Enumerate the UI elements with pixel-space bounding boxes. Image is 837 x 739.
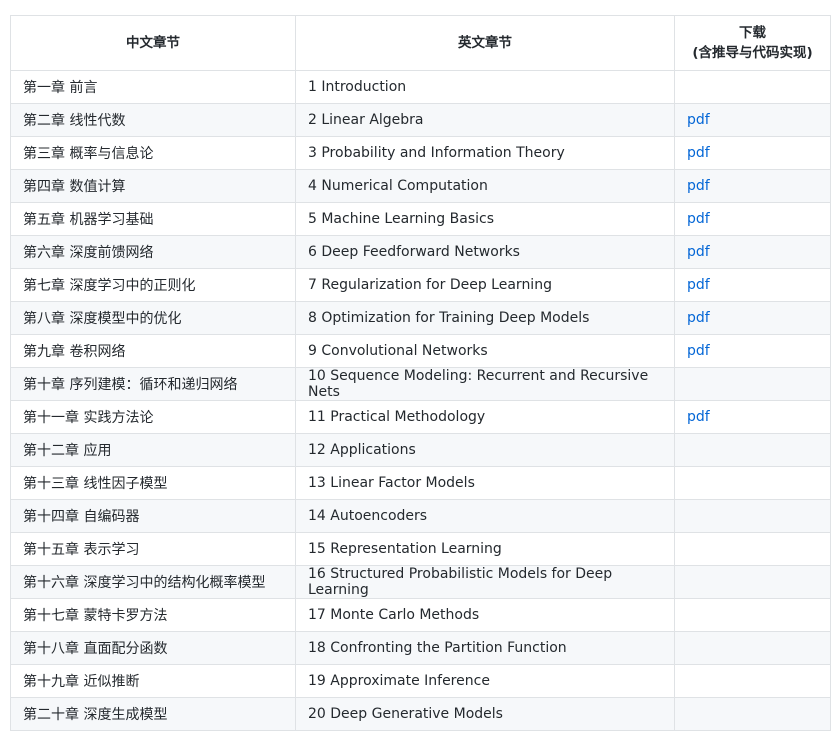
table-row: 第十二章 应用 12 Applications (10, 433, 831, 467)
chinese-chapter-cell: 第九章 卷积网络 (10, 334, 296, 368)
chapters-table: 中文章节 英文章节 下载 (含推导与代码实现) 第一章 前言 1 Introduct… (10, 15, 831, 731)
download-cell (674, 367, 831, 401)
chinese-chapter-cell: 第一章 前言 (10, 70, 296, 104)
english-chapter-cell: 20 Deep Generative Models (295, 697, 675, 731)
table-row: 第四章 数值计算 4 Numerical Computation pdf (10, 169, 831, 203)
table-row: 第一章 前言 1 Introduction (10, 70, 831, 104)
header-chinese-chapter: 中文章节 (10, 15, 296, 71)
download-cell (674, 565, 831, 599)
english-chapter-cell: 3 Probability and Information Theory (295, 136, 675, 170)
table-row: 第五章 机器学习基础 5 Machine Learning Basics pdf (10, 202, 831, 236)
download-cell (674, 433, 831, 467)
table-row: 第十八章 直面配分函数 18 Confronting the Partition … (10, 631, 831, 665)
pdf-link[interactable]: pdf (687, 343, 710, 359)
pdf-link[interactable]: pdf (687, 112, 710, 128)
header-english-chapter: 英文章节 (295, 15, 675, 71)
download-cell: pdf (674, 235, 831, 269)
chinese-chapter-cell: 第十八章 直面配分函数 (10, 631, 296, 665)
header-download: 下载 (含推导与代码实现) (674, 15, 831, 71)
table-header-row: 中文章节 英文章节 下载 (含推导与代码实现) (10, 15, 831, 71)
english-chapter-cell: 13 Linear Factor Models (295, 466, 675, 500)
download-cell (674, 70, 831, 104)
english-chapter-cell: 14 Autoencoders (295, 499, 675, 533)
download-cell (674, 499, 831, 533)
english-chapter-cell: 4 Numerical Computation (295, 169, 675, 203)
chinese-chapter-cell: 第十一章 实践方法论 (10, 400, 296, 434)
download-cell: pdf (674, 301, 831, 335)
english-chapter-cell: 18 Confronting the Partition Function (295, 631, 675, 665)
download-cell (674, 697, 831, 731)
header-download-line2: (含推导与代码实现) (692, 45, 813, 61)
pdf-link[interactable]: pdf (687, 145, 710, 161)
table-row: 第十五章 表示学习 15 Representation Learning (10, 532, 831, 566)
download-cell (674, 631, 831, 665)
english-chapter-cell: 11 Practical Methodology (295, 400, 675, 434)
english-chapter-cell: 12 Applications (295, 433, 675, 467)
table-row: 第十六章 深度学习中的结构化概率模型 16 Structured Probabil… (10, 565, 831, 599)
chinese-chapter-cell: 第十七章 蒙特卡罗方法 (10, 598, 296, 632)
chinese-chapter-cell: 第十九章 近似推断 (10, 664, 296, 698)
table-row: 第三章 概率与信息论 3 Probability and Information … (10, 136, 831, 170)
english-chapter-cell: 7 Regularization for Deep Learning (295, 268, 675, 302)
download-cell: pdf (674, 400, 831, 434)
table-row: 第十三章 线性因子模型 13 Linear Factor Models (10, 466, 831, 500)
pdf-link[interactable]: pdf (687, 211, 710, 227)
english-chapter-cell: 16 Structured Probabilistic Models for D… (295, 565, 675, 599)
chinese-chapter-cell: 第十三章 线性因子模型 (10, 466, 296, 500)
download-cell: pdf (674, 169, 831, 203)
pdf-link[interactable]: pdf (687, 310, 710, 326)
english-chapter-cell: 15 Representation Learning (295, 532, 675, 566)
table-row: 第八章 深度模型中的优化 8 Optimization for Training … (10, 301, 831, 335)
english-chapter-cell: 9 Convolutional Networks (295, 334, 675, 368)
chinese-chapter-cell: 第二十章 深度生成模型 (10, 697, 296, 731)
chinese-chapter-cell: 第三章 概率与信息论 (10, 136, 296, 170)
download-cell: pdf (674, 334, 831, 368)
table-row: 第十一章 实践方法论 11 Practical Methodology pdf (10, 400, 831, 434)
download-cell: pdf (674, 103, 831, 137)
chinese-chapter-cell: 第十章 序列建模：循环和递归网络 (10, 367, 296, 401)
table-row: 第九章 卷积网络 9 Convolutional Networks pdf (10, 334, 831, 368)
chinese-chapter-cell: 第十六章 深度学习中的结构化概率模型 (10, 565, 296, 599)
pdf-link[interactable]: pdf (687, 277, 710, 293)
chinese-chapter-cell: 第六章 深度前馈网络 (10, 235, 296, 269)
chinese-chapter-cell: 第五章 机器学习基础 (10, 202, 296, 236)
download-cell (674, 598, 831, 632)
table-row: 第十章 序列建模：循环和递归网络 10 Sequence Modeling: Re… (10, 367, 831, 401)
download-cell (674, 532, 831, 566)
table-row: 第七章 深度学习中的正则化 7 Regularization for Deep L… (10, 268, 831, 302)
english-chapter-cell: 19 Approximate Inference (295, 664, 675, 698)
english-chapter-cell: 10 Sequence Modeling: Recurrent and Recu… (295, 367, 675, 401)
english-chapter-cell: 1 Introduction (295, 70, 675, 104)
english-chapter-cell: 6 Deep Feedforward Networks (295, 235, 675, 269)
chinese-chapter-cell: 第四章 数值计算 (10, 169, 296, 203)
pdf-link[interactable]: pdf (687, 244, 710, 260)
english-chapter-cell: 2 Linear Algebra (295, 103, 675, 137)
chinese-chapter-cell: 第七章 深度学习中的正则化 (10, 268, 296, 302)
chinese-chapter-cell: 第十五章 表示学习 (10, 532, 296, 566)
english-chapter-cell: 8 Optimization for Training Deep Models (295, 301, 675, 335)
table-row: 第二章 线性代数 2 Linear Algebra pdf (10, 103, 831, 137)
english-chapter-cell: 5 Machine Learning Basics (295, 202, 675, 236)
english-chapter-cell: 17 Monte Carlo Methods (295, 598, 675, 632)
chinese-chapter-cell: 第八章 深度模型中的优化 (10, 301, 296, 335)
download-cell: pdf (674, 136, 831, 170)
table-row: 第六章 深度前馈网络 6 Deep Feedforward Networks pdf (10, 235, 831, 269)
pdf-link[interactable]: pdf (687, 409, 710, 425)
download-cell (674, 664, 831, 698)
table-row: 第十七章 蒙特卡罗方法 17 Monte Carlo Methods (10, 598, 831, 632)
chinese-chapter-cell: 第二章 线性代数 (10, 103, 296, 137)
chinese-chapter-cell: 第十二章 应用 (10, 433, 296, 467)
download-cell: pdf (674, 268, 831, 302)
chinese-chapter-cell: 第十四章 自编码器 (10, 499, 296, 533)
pdf-link[interactable]: pdf (687, 178, 710, 194)
table-row: 第十九章 近似推断 19 Approximate Inference (10, 664, 831, 698)
download-cell (674, 466, 831, 500)
download-cell: pdf (674, 202, 831, 236)
table-row: 第二十章 深度生成模型 20 Deep Generative Models (10, 697, 831, 731)
header-download-line1: 下载 (739, 25, 766, 41)
table-row: 第十四章 自编码器 14 Autoencoders (10, 499, 831, 533)
